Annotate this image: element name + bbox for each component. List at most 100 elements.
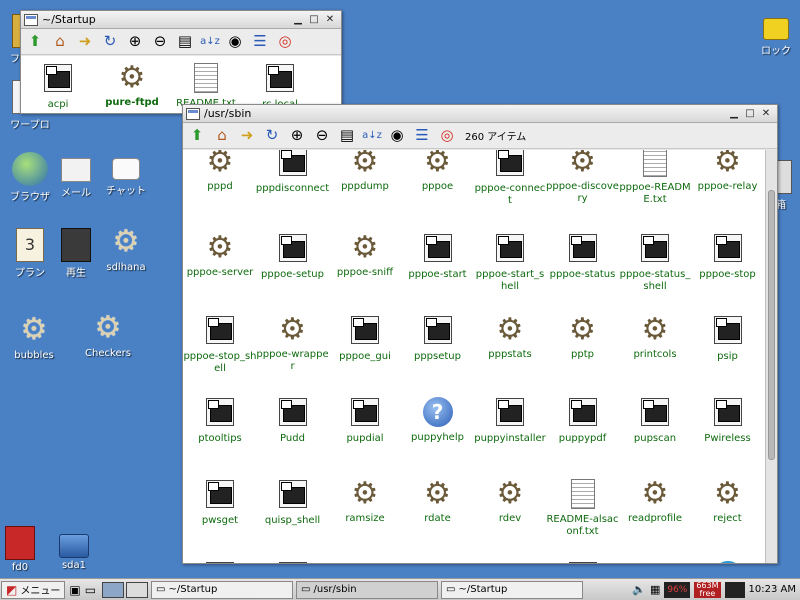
file-item[interactable]: ⚙ pptp [546,314,620,361]
file-item[interactable]: ⚙saned [618,560,692,564]
file-item[interactable]: acpi [21,62,95,111]
file-item[interactable]: puppyinstaller [473,396,547,445]
maximize-icon[interactable]: □ [742,107,758,121]
scrollbar-thumb[interactable] [768,190,775,460]
desktop-icon-sdlhana[interactable]: ⚙ sdlhana [96,226,156,274]
list-view-icon[interactable]: ☰ [411,125,433,147]
startup-window[interactable]: ~/Startup ▁ □ ✕ ⬆ ⌂ ➜ ↻ ⊕ ⊖ ▤ a↓z ◉ ☰ ◎ … [20,10,342,114]
zoom-out-icon[interactable]: ⊖ [311,125,333,147]
file-item[interactable]: ptooltips [183,396,257,445]
close-icon[interactable]: ✕ [322,13,338,27]
file-item[interactable]: pppdisconnect [256,150,330,195]
file-item[interactable]: ⚙ readprofile [618,478,692,525]
file-item[interactable]: pppoe-README.txt [618,150,692,206]
zoom-in-icon[interactable]: ⊕ [124,31,146,53]
zoom-out-icon[interactable]: ⊖ [149,31,171,53]
file-item[interactable]: Pwireless [691,396,765,445]
desktop-icon-fd0[interactable]: fd0 [0,526,50,573]
bookmark-icon[interactable]: ➜ [236,125,258,147]
task-sbin[interactable]: ▭ /usr/sbin [296,580,439,599]
file-item[interactable]: ⚙ pppoe-wrapper [256,314,330,373]
file-item[interactable]: run-puppyfind [546,560,620,563]
file-item[interactable]: ⚙ pppstats [473,314,547,361]
show-hidden-icon[interactable]: ◉ [224,31,246,53]
file-item[interactable]: pppoe-stop_shell [183,314,257,375]
home-icon[interactable]: ⌂ [211,125,233,147]
home-icon[interactable]: ⌂ [49,31,71,53]
up-arrow-icon[interactable]: ⬆ [24,31,46,53]
file-item[interactable]: pppoe-status_shell [618,232,692,293]
sbin-titlebar[interactable]: /usr/sbin ▁ □ ✕ [183,105,777,123]
file-item[interactable]: ⚙ pure-ftpd [95,62,169,109]
file-item[interactable]: pupdial [328,396,402,445]
menu-button[interactable]: ◩ メニュー [1,580,66,599]
file-item[interactable]: ⚙ printcols [618,314,692,361]
details-view-icon[interactable]: ▤ [174,31,196,53]
pager-icon[interactable] [126,581,149,598]
file-item[interactable]: remasterpup [183,560,257,563]
help-ring-icon[interactable]: ◎ [274,31,296,53]
file-item[interactable]: ⚙rootflags [401,560,475,564]
pager-icon[interactable] [102,581,125,598]
file-item[interactable]: resizefile.sh [256,560,330,563]
file-item[interactable]: pppsetup [401,314,475,363]
volume-icon[interactable]: 🔈 [632,583,646,596]
quicklaunch-icon[interactable]: ▣ [69,583,80,597]
file-item[interactable]: pppoe_gui [328,314,402,363]
show-hidden-icon[interactable]: ◉ [386,125,408,147]
minimize-icon[interactable]: ▁ [290,13,306,27]
task-startup-2[interactable]: ▭ ~/Startup [441,580,584,599]
sbin-window[interactable]: /usr/sbin ▁ □ ✕ ⬆ ⌂ ➜ ↻ ⊕ ⊖ ▤ a↓z ◉ ☰ ◎ … [182,104,778,564]
close-icon[interactable]: ✕ [758,107,774,121]
startup-titlebar[interactable]: ~/Startup ▁ □ ✕ [21,11,341,29]
file-item[interactable]: ⚙ reject [691,478,765,525]
file-item[interactable]: puppypdf [546,396,620,445]
file-item[interactable]: pppoe-setup [256,232,330,281]
network-icon[interactable]: ▦ [650,583,660,596]
desktop-icon-lock[interactable]: ロック [746,6,800,57]
file-item[interactable]: pppoe-start [401,232,475,281]
file-item[interactable]: pppoe-start_shell [473,232,547,293]
maximize-icon[interactable]: □ [306,13,322,27]
file-item[interactable]: ⚙rgb2hex [328,560,402,564]
file-item[interactable]: ? puppyhelp [401,396,475,444]
file-item[interactable]: ⚙ pppoe-discovery [546,150,620,205]
file-item[interactable]: ⚙rrsinfo [473,560,547,564]
file-item[interactable]: README.txt [169,62,243,110]
file-item[interactable]: pupscan [618,396,692,445]
list-view-icon[interactable]: ☰ [249,31,271,53]
file-item[interactable]: ⚙ pppdump [328,150,402,193]
help-ring-icon[interactable]: ◎ [436,125,458,147]
file-item[interactable]: pppoe-status [546,232,620,281]
refresh-icon[interactable]: ↻ [261,125,283,147]
task-startup[interactable]: ▭ ~/Startup [151,580,294,599]
file-item[interactable]: pppoe-stop [691,232,765,281]
file-item[interactable]: ⚙ rdev [473,478,547,525]
file-item[interactable]: ⚙ pppoe-server [183,232,257,279]
file-item[interactable]: pwsget [183,478,257,527]
desktop-icon-bubbles[interactable]: ⚙ bubbles [4,314,64,362]
desktop-icon-sda1[interactable]: sda1 [44,526,104,571]
file-item[interactable]: ⚙ pppoe [401,150,475,193]
file-item[interactable]: ⚙ pppoe-relay [691,150,765,193]
file-item[interactable]: quisp_shell [256,478,330,527]
minimize-icon[interactable]: ▁ [726,107,742,121]
desktop-icon-chat[interactable]: チャット [96,152,156,197]
refresh-icon[interactable]: ↻ [99,31,121,53]
vertical-scrollbar[interactable] [765,150,777,563]
file-item[interactable]: ⚙ pppoe-sniff [328,232,402,279]
up-arrow-icon[interactable]: ⬆ [186,125,208,147]
file-item[interactable]: psip [691,314,765,363]
sort-icon[interactable]: a↓z [199,31,221,53]
bookmark-icon[interactable]: ➜ [74,31,96,53]
file-item[interactable]: ⚙ ramsize [328,478,402,525]
file-item[interactable]: ⚙ rdate [401,478,475,525]
zoom-in-icon[interactable]: ⊕ [286,125,308,147]
desktop-icon-checkers[interactable]: ⚙ Checkers [78,312,138,360]
file-item[interactable]: Pudd [256,396,330,445]
file-item[interactable]: ⚙ pppd [183,150,257,193]
file-item[interactable]: README-alsaconf.txt [546,478,620,538]
file-item[interactable]: pppoe-connect [473,150,547,207]
details-view-icon[interactable]: ▤ [336,125,358,147]
quicklaunch-icon[interactable]: ▭ [85,583,96,597]
